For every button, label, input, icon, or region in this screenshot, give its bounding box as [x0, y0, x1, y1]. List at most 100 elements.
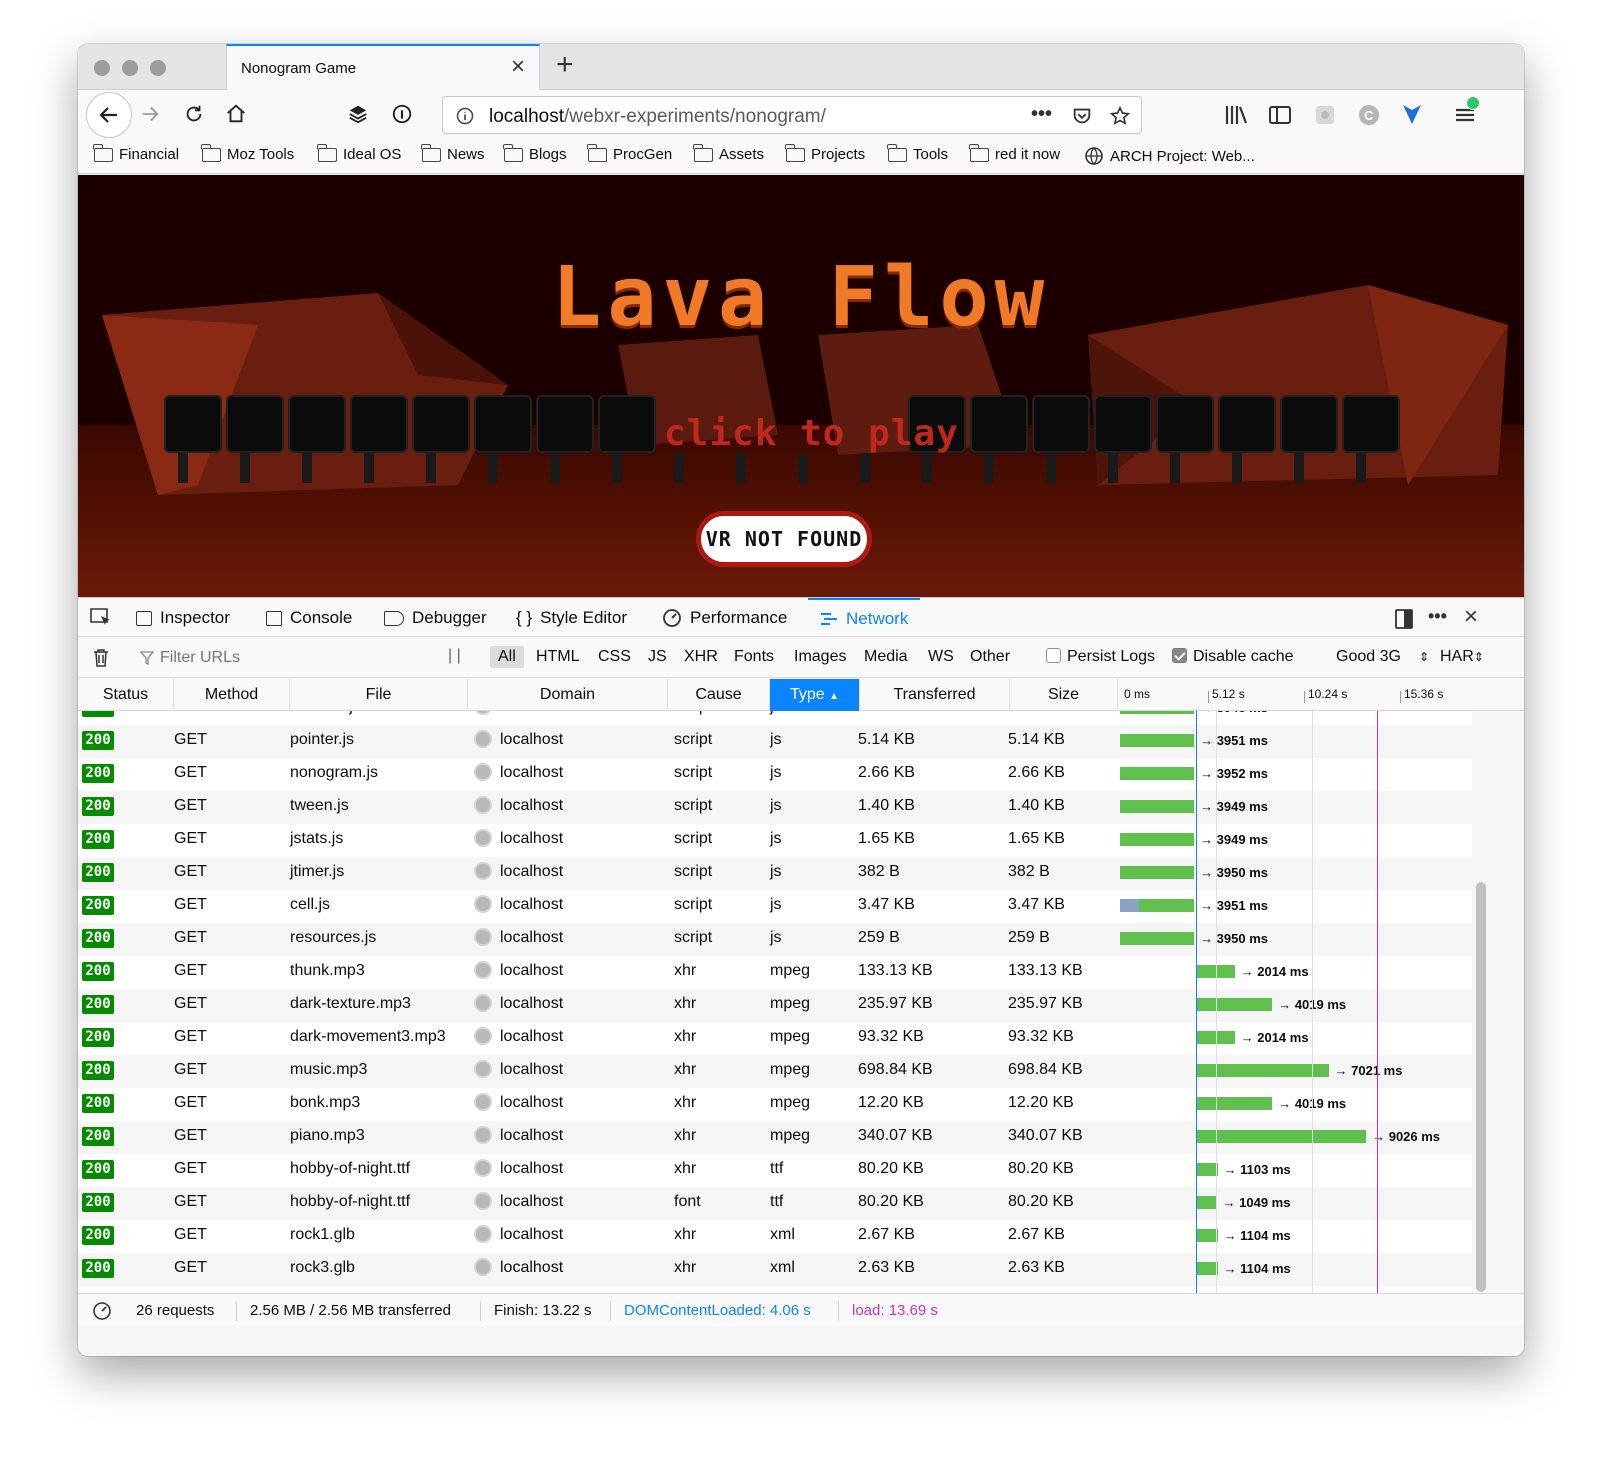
column-status[interactable]: Status [78, 679, 174, 711]
filter-urls-input[interactable] [138, 645, 428, 671]
tab-network[interactable]: Network [808, 598, 921, 638]
sidebar-icon[interactable] [1268, 104, 1292, 126]
game-canvas[interactable]: Lava Flow click to play VR NOT FOUND [78, 175, 1524, 597]
tab-console[interactable]: Console [266, 598, 352, 638]
window-minimize-button[interactable] [122, 60, 138, 76]
filter-js[interactable]: JS [648, 648, 667, 666]
filter-images[interactable]: Images [794, 648, 846, 666]
bookmark-tools[interactable]: Tools [887, 143, 948, 163]
table-row[interactable]: 200 GET jtimer.js localhost script js 382 B 382… [78, 857, 1472, 890]
extension-icon[interactable] [1314, 104, 1336, 126]
browser-tab[interactable]: Nonogram Game × [226, 44, 540, 90]
bookmark-financial[interactable]: Financial [93, 143, 179, 163]
table-row[interactable]: 200 GET hobby-of-night.ttf localhost xhr ttf 8… [78, 1154, 1472, 1187]
more-options-icon[interactable]: ••• [1428, 606, 1447, 627]
bookmark-assets[interactable]: Assets [693, 143, 764, 163]
table-row[interactable]: 200 GET rock1.glb localhost xhr xml 2.67 KB 2.6… [78, 1220, 1472, 1253]
home-button[interactable] [216, 94, 256, 134]
bookmark-news[interactable]: News [421, 143, 485, 163]
table-row[interactable]: 200 GET resources.js localhost script js 259 B… [78, 923, 1472, 956]
waterfall-header[interactable]: 0 ms 5.12 s 10.24 s 15.36 s [1118, 679, 1472, 711]
pause-icon[interactable]: | | [448, 647, 461, 665]
window-zoom-button[interactable] [150, 60, 166, 76]
filter-all[interactable]: All [490, 646, 524, 668]
bookmark-projects[interactable]: Projects [785, 143, 865, 163]
column-cause[interactable]: Cause [668, 679, 770, 711]
bookmark-moz-tools[interactable]: Moz Tools [201, 143, 294, 163]
gauge-icon[interactable] [92, 1301, 112, 1321]
filter-other[interactable]: Other [970, 648, 1010, 666]
table-row[interactable]: 200 GET WebVR.js localhost script js 6.30 KB 6.… [78, 711, 1472, 725]
library-icon[interactable] [1224, 104, 1248, 126]
tab-inspector[interactable]: Inspector [136, 598, 230, 638]
tab-style-editor[interactable]: { } Style Editor [516, 598, 627, 638]
tab-debugger[interactable]: Debugger [384, 598, 487, 638]
new-tab-button[interactable]: + [556, 50, 574, 80]
timing-duration: → 2014 ms [1240, 1030, 1309, 1045]
reload-button[interactable] [174, 94, 214, 134]
cell-file: cell.js [290, 896, 331, 913]
filter-xhr[interactable]: XHR [684, 648, 718, 666]
table-row[interactable]: 200 GET piano.mp3 localhost xhr mpeg 340.07 KB… [78, 1121, 1472, 1154]
forward-button[interactable] [130, 94, 170, 134]
pocket-icon[interactable] [1071, 105, 1093, 127]
menu-button[interactable] [1454, 96, 1480, 131]
table-row[interactable]: 200 GET pointer.js localhost script js 5.14 KB… [78, 725, 1472, 758]
table-row[interactable]: 200 GET cell.js localhost script js 3.47 KB 3.4… [78, 890, 1472, 923]
table-row[interactable]: 200 GET hobby-of-night.ttf localhost font ttf… [78, 1187, 1472, 1220]
filter-css[interactable]: CSS [598, 648, 631, 666]
table-row[interactable]: 200 GET nonogram.js localhost script js 2.66 K… [78, 758, 1472, 791]
disable-cache-checkbox[interactable]: Disable cache [1172, 648, 1294, 666]
column-type[interactable]: Type ▲ [770, 679, 860, 711]
column-domain[interactable]: Domain [468, 679, 668, 711]
table-row[interactable]: 200 GET thunk.mp3 localhost xhr mpeg 133.13 KB… [78, 956, 1472, 989]
table-row[interactable]: 200 GET jstats.js localhost script js 1.65 KB 1… [78, 824, 1472, 857]
click-to-play-label[interactable]: click to play [664, 413, 959, 454]
close-icon[interactable]: × [511, 55, 525, 79]
close-icon[interactable]: × [1464, 603, 1478, 631]
cell-cause: script [674, 929, 713, 946]
table-row[interactable]: 200 GET dark-texture.mp3 localhost xhr mpeg 23… [78, 989, 1472, 1022]
element-picker-icon[interactable] [90, 608, 112, 628]
table-row[interactable]: 200 GET rock3.glb localhost xhr xml 2.63 KB 2.6… [78, 1253, 1472, 1286]
bookmark-blogs[interactable]: Blogs [503, 143, 567, 163]
table-row[interactable]: 200 GET bonk.mp3 localhost xhr mpeg 12.20 KB 12… [78, 1088, 1472, 1121]
layers-button[interactable] [338, 94, 378, 134]
filter-media[interactable]: Media [864, 648, 908, 666]
dock-icon[interactable] [1394, 608, 1414, 630]
url-bar[interactable]: localhost/webxr-experiments/nonogram/ ••… [442, 96, 1142, 134]
window-close-button[interactable] [94, 60, 110, 76]
layers-icon [349, 105, 367, 124]
column-transferred[interactable]: Transferred [860, 679, 1010, 711]
back-button[interactable] [86, 92, 132, 138]
column-method[interactable]: Method [174, 679, 290, 711]
page-actions-icon[interactable]: ••• [1031, 103, 1052, 126]
filter-html[interactable]: HTML [536, 648, 580, 666]
column-size[interactable]: Size [1010, 679, 1118, 711]
timing-bar [1196, 1196, 1217, 1209]
bookmark-arch-project[interactable]: ARCH Project: Web... [1084, 146, 1255, 166]
persist-logs-checkbox[interactable]: Persist Logs [1046, 648, 1155, 666]
filter-ws[interactable]: WS [928, 648, 954, 666]
table-row[interactable]: 200 GET tween.js localhost script js 1.40 KB 1.… [78, 791, 1472, 824]
bookmark-red-it-now[interactable]: red it now [969, 143, 1060, 163]
cell-domain: localhost [500, 1028, 564, 1045]
trash-icon[interactable] [92, 648, 110, 668]
throttle-select[interactable]: Good 3G ⇕ [1336, 648, 1429, 666]
table-row[interactable]: 200 GET dark-movement3.mp3 localhost xhr mpeg… [78, 1022, 1472, 1055]
column-file[interactable]: File [290, 679, 468, 711]
har-menu[interactable]: HAR⇕ [1440, 648, 1484, 666]
filter-fonts[interactable]: Fonts [734, 648, 774, 666]
scrollbar[interactable] [1476, 882, 1486, 1292]
info-button[interactable] [382, 94, 422, 134]
tab-performance[interactable]: Performance [662, 598, 787, 638]
star-icon[interactable] [1109, 105, 1131, 127]
cell-cause: xhr [674, 1160, 697, 1177]
url-text[interactable]: localhost/webxr-experiments/nonogram/ [489, 106, 826, 128]
shield-icon[interactable] [1400, 102, 1424, 126]
vr-not-found-button[interactable]: VR NOT FOUND [696, 511, 872, 567]
bookmark-procgen[interactable]: ProcGen [587, 143, 672, 163]
account-icon[interactable]: C [1358, 104, 1380, 126]
table-row[interactable]: 200 GET music.mp3 localhost xhr mpeg 698.84 KB… [78, 1055, 1472, 1088]
bookmark-ideal-os[interactable]: Ideal OS [317, 143, 401, 163]
